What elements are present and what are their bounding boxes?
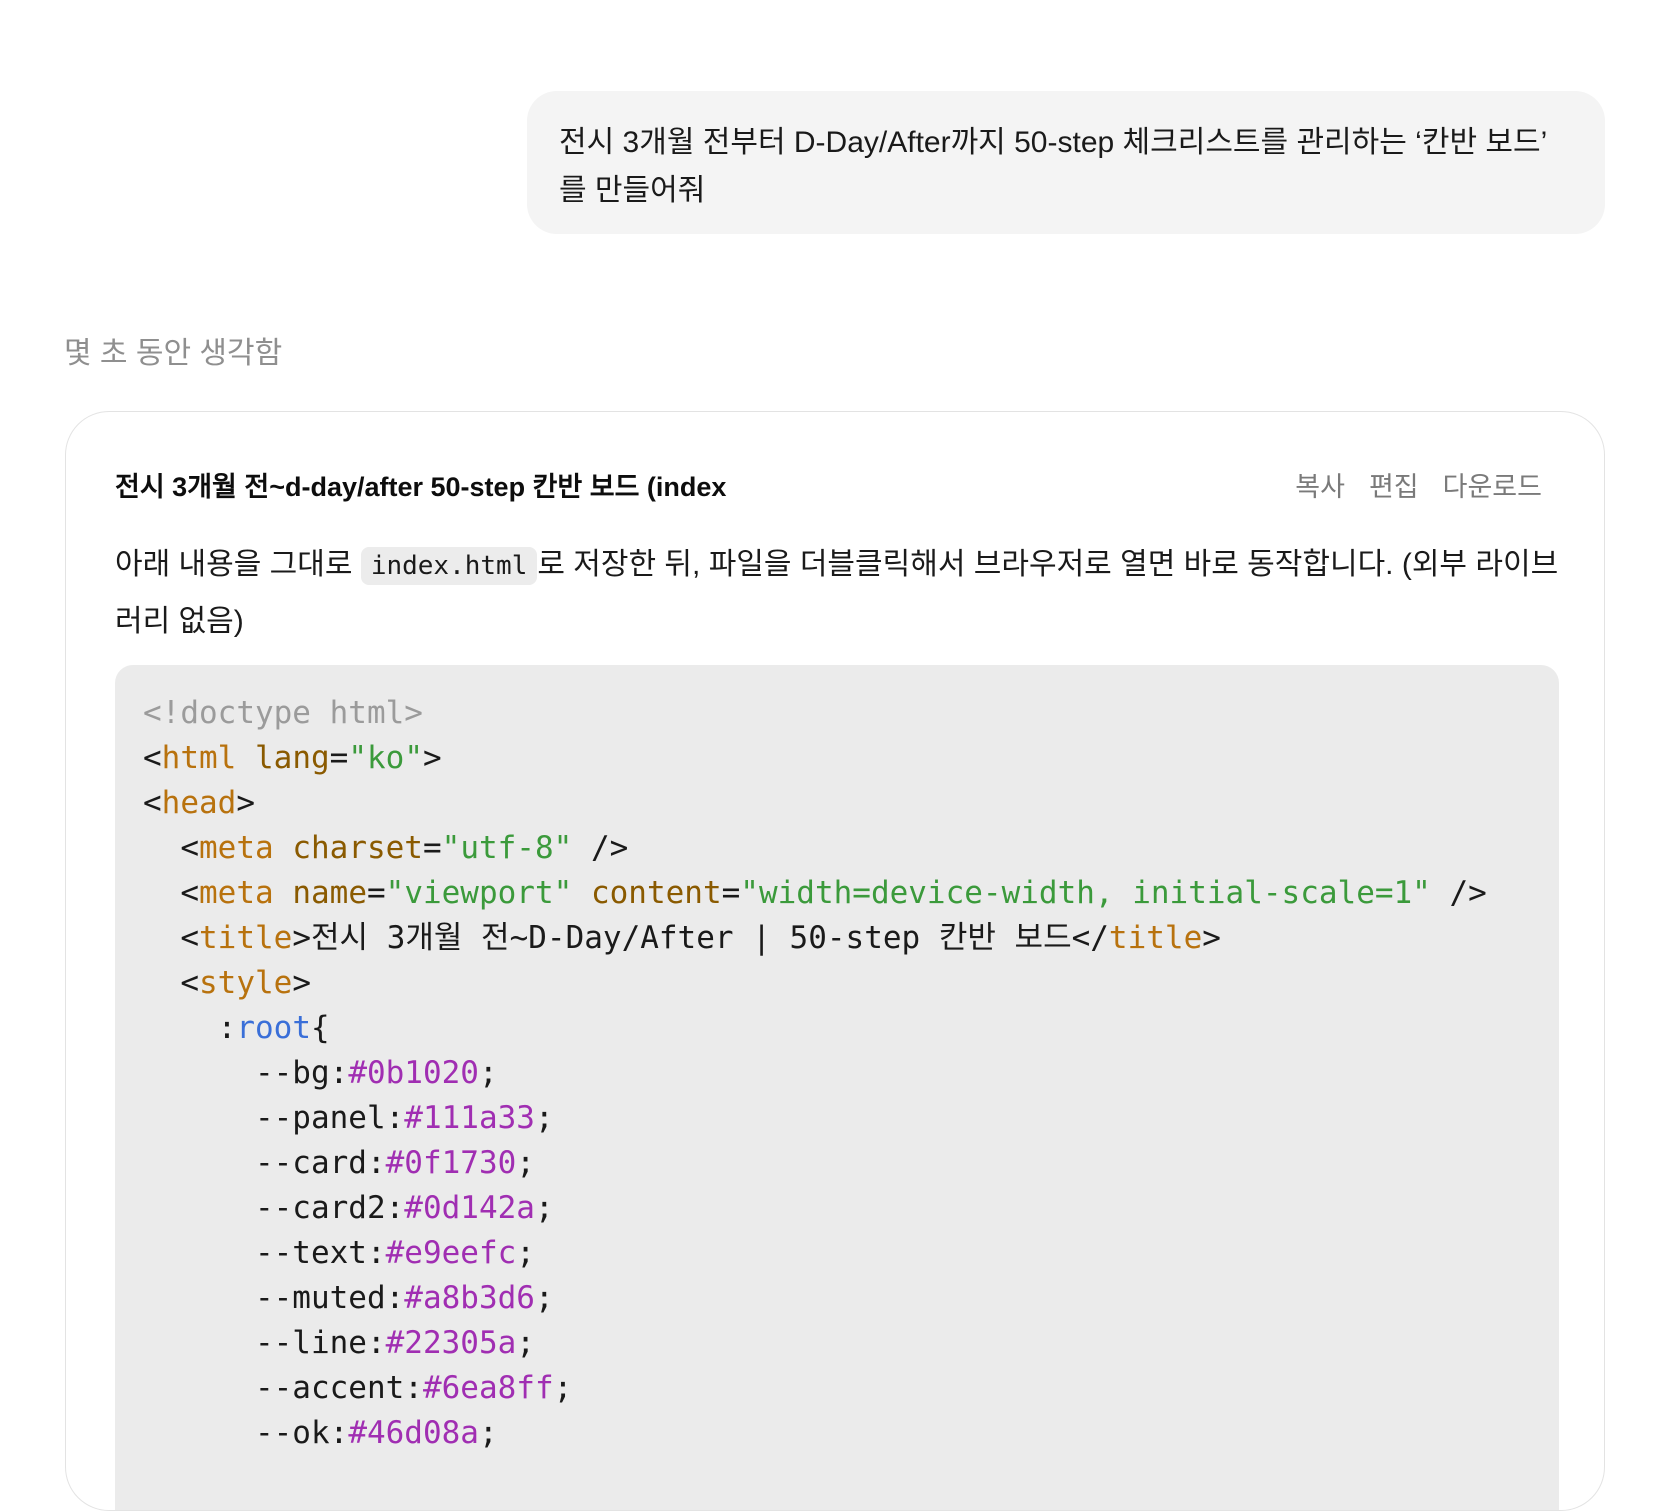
download-button[interactable]: 다운로드 bbox=[1443, 465, 1542, 504]
code-token: > bbox=[1202, 920, 1221, 956]
code-token: > bbox=[236, 785, 255, 821]
code-line: --text:#e9eefc; bbox=[143, 1231, 1559, 1276]
code-token: lang bbox=[255, 740, 330, 776]
code-token: root bbox=[236, 1010, 311, 1046]
code-token: : bbox=[143, 1010, 237, 1046]
code-token: ; bbox=[516, 1145, 535, 1181]
edit-button[interactable]: 편집 bbox=[1369, 465, 1419, 504]
code-token: "width=device-width, initial-scale=1" bbox=[740, 875, 1431, 911]
code-block[interactable]: <!doctype html> <html lang="ko"> <head> <m… bbox=[115, 665, 1559, 1510]
code-token: < bbox=[143, 965, 199, 1001]
code-token: /> bbox=[572, 830, 629, 866]
code-token: ; bbox=[516, 1325, 535, 1361]
code-token: ; bbox=[516, 1235, 535, 1271]
code-token: ; bbox=[534, 1280, 554, 1316]
code-token: --card: bbox=[143, 1145, 386, 1181]
code-token: = bbox=[721, 875, 741, 911]
code-token: --accent: bbox=[143, 1370, 423, 1406]
code-line: --panel:#111a33; bbox=[143, 1096, 1559, 1141]
code-token: = bbox=[329, 740, 349, 776]
code-line: <!doctype html> bbox=[143, 691, 1559, 736]
code-token: > bbox=[422, 740, 442, 776]
code-token: name bbox=[292, 875, 367, 911]
code-token: --bg: bbox=[143, 1055, 349, 1091]
code-token: meta bbox=[199, 875, 274, 911]
code-token: #111a33 bbox=[404, 1100, 535, 1136]
code-token: title bbox=[1108, 920, 1203, 956]
code-line: --card2:#0d142a; bbox=[143, 1186, 1559, 1231]
code-token: style bbox=[199, 965, 293, 1001]
code-token: --line: bbox=[143, 1325, 386, 1361]
code-line: --ok:#46d08a; bbox=[143, 1411, 1559, 1456]
code-token: ; bbox=[534, 1190, 554, 1226]
code-line: <style> bbox=[143, 961, 1559, 1006]
code-line: <meta charset="utf-8" /> bbox=[143, 826, 1559, 871]
code-token: #46d08a bbox=[348, 1415, 479, 1451]
code-token: #a8b3d6 bbox=[404, 1280, 535, 1316]
code-token: html bbox=[161, 740, 237, 776]
code-token: /> bbox=[1430, 875, 1487, 911]
code-token: ; bbox=[478, 1415, 498, 1451]
code-token: < bbox=[143, 740, 162, 776]
code-token: "viewport" bbox=[385, 875, 573, 911]
code-token: ; bbox=[553, 1370, 573, 1406]
code-line: --card:#0f1730; bbox=[143, 1141, 1559, 1186]
code-token: --text: bbox=[143, 1235, 386, 1271]
code-token: charset bbox=[292, 830, 423, 866]
code-token: < bbox=[143, 875, 199, 911]
code-token: --card2: bbox=[143, 1190, 405, 1226]
code-token: ; bbox=[478, 1055, 498, 1091]
code-line: --line:#22305a; bbox=[143, 1321, 1559, 1366]
code-token: head bbox=[161, 785, 237, 821]
code-token: #22305a bbox=[385, 1325, 517, 1361]
code-token: --ok: bbox=[143, 1415, 349, 1451]
code-line: --bg:#0b1020; bbox=[143, 1051, 1559, 1096]
code-token: #0d142a bbox=[404, 1190, 535, 1226]
code-token: --muted: bbox=[143, 1280, 405, 1316]
user-message-bubble: 전시 3개월 전부터 D-Day/After까지 50-step 체크리스트를 … bbox=[527, 91, 1605, 234]
code-token: #0f1730 bbox=[385, 1145, 517, 1181]
code-line: <title>전시 3개월 전~D-Day/After | 50-step 칸반… bbox=[143, 916, 1559, 961]
code-token: < bbox=[143, 785, 162, 821]
code-token: content bbox=[590, 875, 722, 911]
canvas-header: 전시 3개월 전~d-day/after 50-step 칸반 보드 (inde… bbox=[115, 454, 1542, 514]
code-line: --muted:#a8b3d6; bbox=[143, 1276, 1559, 1321]
code-token: = bbox=[366, 875, 386, 911]
code-token: #6ea8ff bbox=[422, 1370, 554, 1406]
user-message-text: 전시 3개월 전부터 D-Day/After까지 50-step 체크리스트를 … bbox=[559, 126, 1547, 207]
inline-code-filename: index.html bbox=[360, 547, 538, 585]
code-token: "ko" bbox=[348, 740, 423, 776]
code-token: > bbox=[292, 965, 311, 1001]
code-line: <meta name="viewport" content="width=dev… bbox=[143, 871, 1559, 916]
code-token: "utf-8" bbox=[441, 830, 573, 866]
canvas-title: 전시 3개월 전~d-day/after 50-step 칸반 보드 (inde… bbox=[115, 471, 727, 502]
code-token: #e9eefc bbox=[385, 1235, 517, 1271]
code-token: title bbox=[199, 920, 293, 956]
code-canvas-card: 전시 3개월 전~d-day/after 50-step 칸반 보드 (inde… bbox=[65, 411, 1605, 1511]
code-line: <head> bbox=[143, 781, 1559, 826]
code-token: #0b1020 bbox=[348, 1055, 479, 1091]
code-token: --panel: bbox=[143, 1100, 405, 1136]
code-line: :root{ bbox=[143, 1006, 1559, 1051]
code-token: meta bbox=[199, 830, 274, 866]
code-token: <!doctype html> bbox=[143, 695, 423, 731]
thinking-status[interactable]: 몇 초 동안 생각함 bbox=[64, 332, 282, 376]
code-token: = bbox=[422, 830, 442, 866]
code-token: < bbox=[143, 920, 199, 956]
intro-text-before: 아래 내용을 그대로 bbox=[115, 548, 361, 581]
code-line: --accent:#6ea8ff; bbox=[143, 1366, 1559, 1411]
code-token: { bbox=[310, 1010, 330, 1046]
canvas-actions: 복사 편집 다운로드 bbox=[1295, 465, 1542, 504]
copy-button[interactable]: 복사 bbox=[1295, 465, 1345, 504]
code-line: <html lang="ko"> bbox=[143, 736, 1559, 781]
code-token: < bbox=[143, 830, 199, 866]
code-token: >전시 3개월 전~D-Day/After | 50-step 칸반 보드</ bbox=[292, 920, 1109, 956]
code-token: ; bbox=[534, 1100, 554, 1136]
canvas-intro-text: 아래 내용을 그대로 index.html 로 저장한 뒤, 파일을 더블클릭해서… bbox=[115, 537, 1560, 650]
